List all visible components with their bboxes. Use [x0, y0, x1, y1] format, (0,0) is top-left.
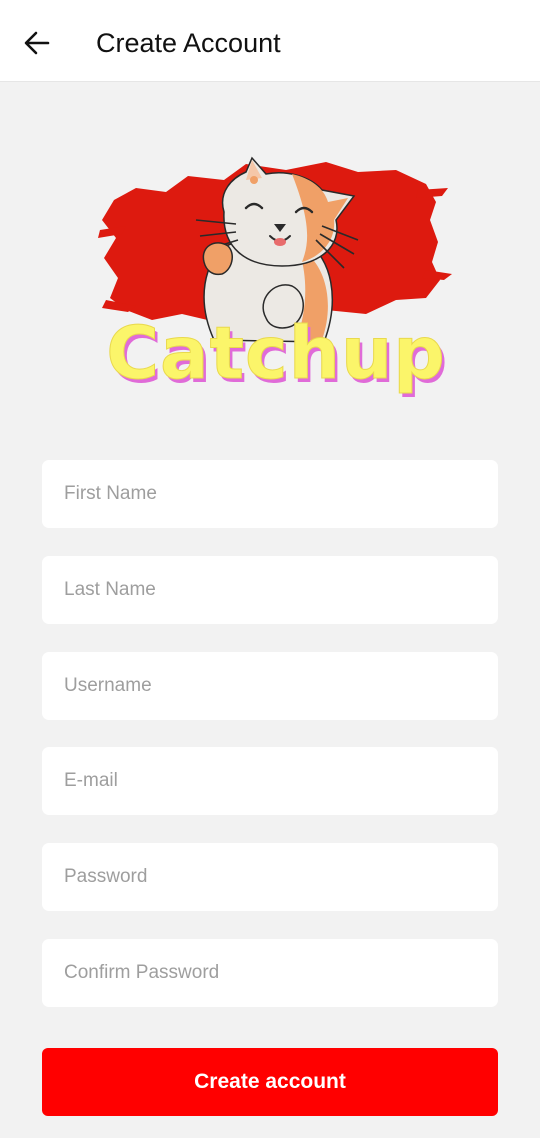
catchup-logo: Catchup Catchup — [96, 150, 452, 400]
email-field[interactable] — [42, 747, 498, 815]
logo-text: Catchup — [106, 311, 446, 395]
catchup-wordmark: Catchup Catchup — [106, 311, 448, 400]
app-bar: Create Account — [0, 0, 540, 82]
page-title: Create Account — [96, 28, 281, 58]
first-name-field[interactable] — [42, 460, 498, 528]
password-field[interactable] — [42, 843, 498, 911]
confirm-password-field[interactable] — [42, 939, 498, 1007]
username-field[interactable] — [42, 652, 498, 720]
back-button[interactable] — [18, 24, 56, 62]
create-account-button[interactable]: Create account — [42, 1048, 498, 1116]
last-name-field[interactable] — [42, 556, 498, 624]
arrow-left-icon — [24, 31, 50, 55]
